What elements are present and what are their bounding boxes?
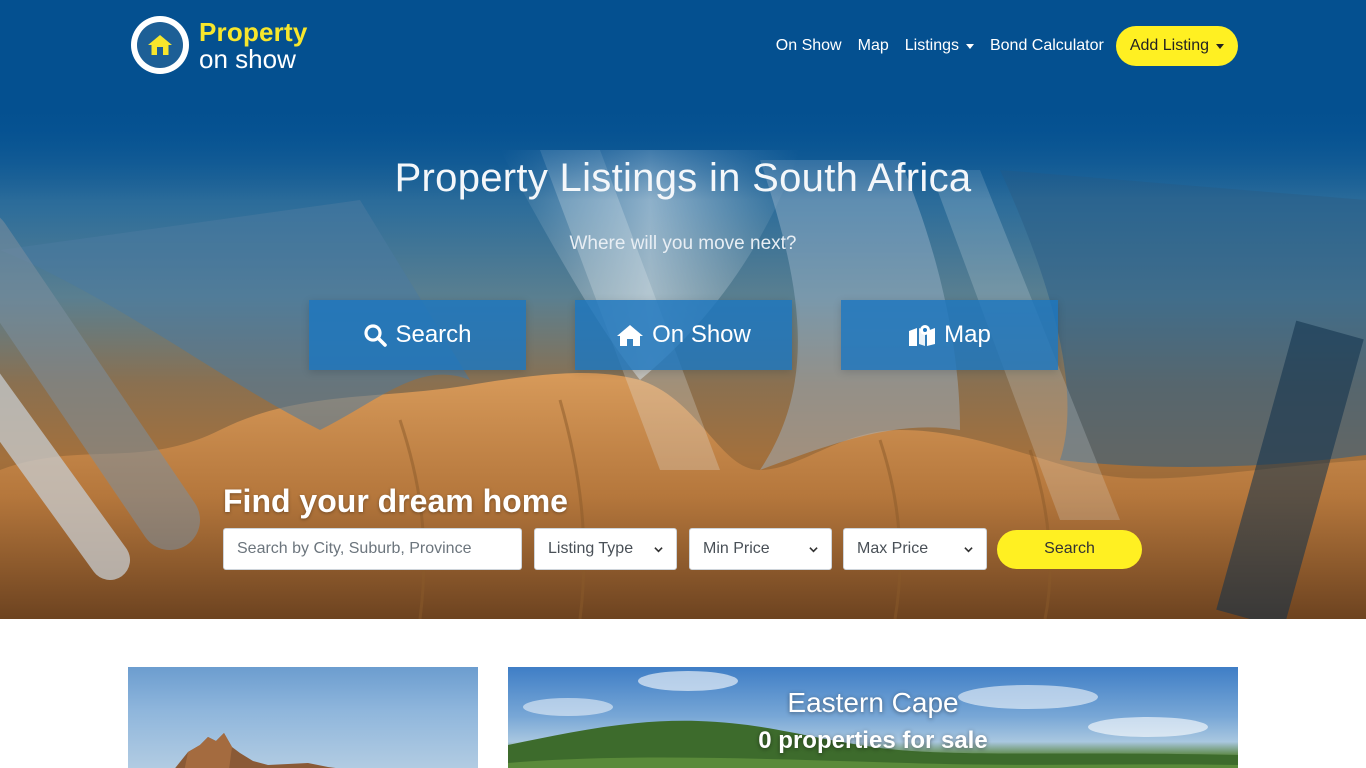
chevron-down-icon xyxy=(809,546,818,552)
search-input[interactable]: Search by City, Suburb, Province xyxy=(223,528,522,570)
max-price-select[interactable]: Max Price xyxy=(843,528,987,570)
chevron-down-icon xyxy=(654,546,663,552)
listing-type-value: Listing Type xyxy=(548,540,634,557)
nav-on-show[interactable]: On Show xyxy=(776,37,842,55)
min-price-value: Min Price xyxy=(703,540,770,557)
nav-listings-dropdown[interactable]: Listings xyxy=(905,37,974,55)
map-icon xyxy=(909,325,936,346)
hero-title: Property Listings in South Africa xyxy=(394,156,972,200)
region-card-count: 0 properties for sale xyxy=(758,727,988,754)
site-logo[interactable]: Property on show xyxy=(131,16,308,74)
house-icon xyxy=(137,22,183,68)
hero-search-button[interactable]: Search xyxy=(309,300,526,370)
caret-down-icon xyxy=(1216,43,1224,49)
logo-wordmark: Property on show xyxy=(199,19,308,72)
region-card-eastern-cape[interactable]: Eastern Cape 0 properties for sale xyxy=(508,667,1238,768)
hero-on-show-label: On Show xyxy=(652,321,751,348)
hero-on-show-button[interactable]: On Show xyxy=(575,300,792,370)
nav-map[interactable]: Map xyxy=(858,37,889,55)
region-card[interactable] xyxy=(128,667,478,768)
search-form: Search by City, Suburb, Province Listing… xyxy=(223,528,1142,570)
chevron-down-icon xyxy=(964,546,973,552)
main-navigation: On Show Map Listings Bond Calculator Add… xyxy=(760,26,1238,66)
logo-line1: Property xyxy=(199,16,308,47)
add-listing-button[interactable]: Add Listing xyxy=(1115,26,1238,66)
hero-map-label: Map xyxy=(944,321,991,348)
home-icon xyxy=(617,325,644,346)
hero-actions: Search On Show Map xyxy=(309,300,1058,370)
nav-listings-label: Listings xyxy=(904,37,959,54)
logo-badge xyxy=(131,16,189,74)
caret-down-icon xyxy=(965,43,974,49)
search-icon xyxy=(364,324,388,347)
logo-line2: on show xyxy=(199,43,296,74)
max-price-value: Max Price xyxy=(857,540,929,557)
region-card-image xyxy=(175,733,336,768)
hero-subtitle: Where will you move next? xyxy=(569,233,797,254)
hero-search-label: Search xyxy=(395,321,472,348)
nav-bond-calculator[interactable]: Bond Calculator xyxy=(990,37,1104,55)
region-card-title: Eastern Cape xyxy=(787,687,959,718)
hero-map-button[interactable]: Map xyxy=(841,300,1058,370)
listing-type-select[interactable]: Listing Type xyxy=(534,528,677,570)
add-listing-label: Add Listing xyxy=(1129,37,1209,54)
min-price-select[interactable]: Min Price xyxy=(689,528,832,570)
search-heading: Find your dream home xyxy=(223,483,568,519)
search-submit-button[interactable]: Search xyxy=(997,529,1142,569)
